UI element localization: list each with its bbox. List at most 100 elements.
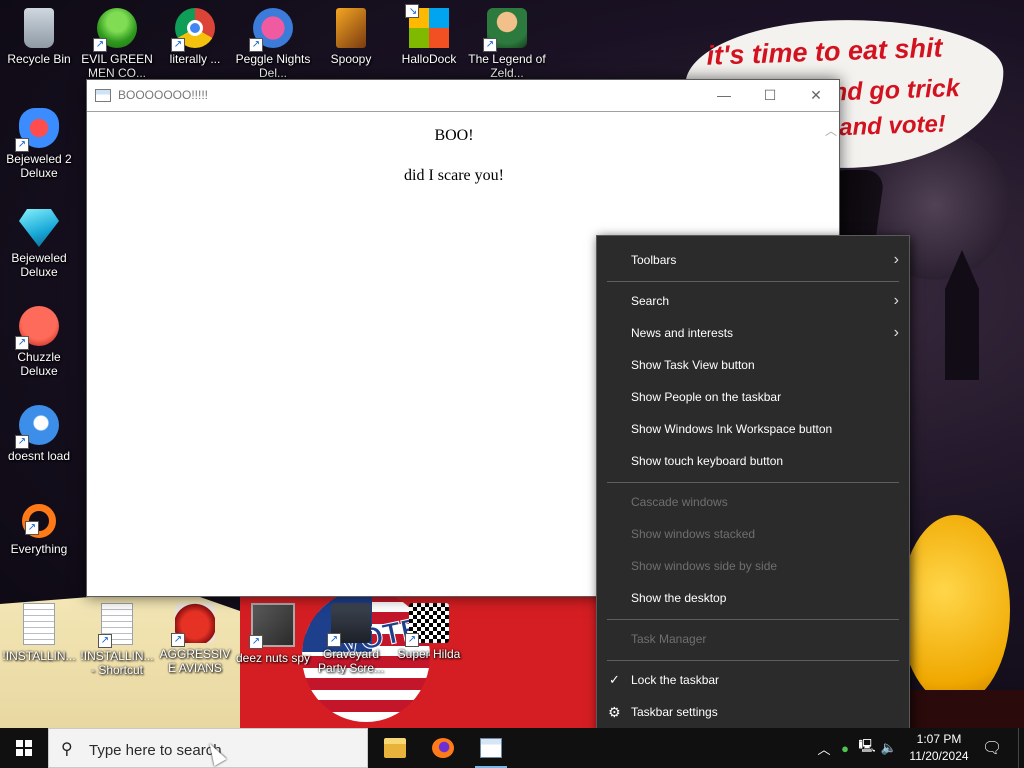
system-tray: ︿ ● 🖳 🔈 bbox=[814, 728, 900, 768]
menu-item-show-touch-keyboard[interactable]: Show touch keyboard button bbox=[597, 446, 909, 476]
wallpaper-smiley bbox=[900, 515, 1010, 705]
document-icon bbox=[23, 603, 55, 645]
shortcut-arrow-icon: ↗ bbox=[15, 435, 29, 449]
desktop-icon-evil-green-men[interactable]: ↗ EVIL GREEN MEN CO... bbox=[78, 2, 156, 80]
menu-item-show-the-desktop[interactable]: Show the desktop bbox=[597, 583, 909, 613]
taskbar-firefox[interactable] bbox=[421, 728, 465, 768]
desktop-icon-label: Recycle Bin bbox=[7, 52, 71, 66]
taskbar-file-explorer[interactable] bbox=[373, 728, 417, 768]
menu-item-label: Show Windows Ink Workspace button bbox=[631, 422, 833, 436]
close-button[interactable]: ✕ bbox=[793, 80, 839, 110]
desktop-icon-bejeweled-2[interactable]: ↗ Bejeweled 2 Deluxe bbox=[0, 102, 78, 180]
desktop-icon-label: HalloDock bbox=[401, 52, 457, 66]
menu-item-cascade-windows: Cascade windows bbox=[597, 487, 909, 517]
desktop-icon-everything[interactable]: ↗ Everything bbox=[0, 498, 78, 556]
menu-item-label: Show People on the taskbar bbox=[631, 390, 782, 404]
menu-item-label: News and interests bbox=[631, 326, 734, 340]
menu-item-label: Show windows stacked bbox=[631, 527, 756, 541]
desktop-icon-graveyard-party[interactable]: ↗ Graveyard Party Scre... bbox=[312, 597, 390, 675]
volume-icon[interactable]: 🔈 bbox=[878, 740, 900, 756]
document-shortcut-icon: ↗ bbox=[98, 603, 133, 648]
menu-item-label: Taskbar settings bbox=[631, 705, 718, 719]
shortcut-arrow-icon: ↗ bbox=[19, 237, 29, 247]
start-button[interactable] bbox=[0, 728, 48, 768]
desktop-icon-bejeweled[interactable]: ↗ Bejeweled Deluxe bbox=[0, 201, 78, 279]
chuzzle-icon: ↗ bbox=[15, 306, 59, 350]
shortcut-arrow-icon: ↗ bbox=[249, 38, 263, 52]
menu-item-search[interactable]: Search › bbox=[597, 286, 909, 316]
desktop-icon-legend-of-zelda[interactable]: ↗ The Legend of Zeld... bbox=[468, 2, 546, 80]
window-app-icon bbox=[95, 88, 111, 102]
bejeweled-icon: ↗ bbox=[19, 209, 59, 247]
menu-item-label: Toolbars bbox=[631, 253, 677, 267]
notification-icon[interactable]: 🗨 bbox=[982, 738, 1002, 758]
recycle-bin-icon bbox=[24, 8, 54, 48]
menu-item-show-people[interactable]: Show People on the taskbar bbox=[597, 382, 909, 412]
network-icon[interactable]: 🖳 bbox=[856, 737, 878, 759]
menu-item-label: Show the desktop bbox=[631, 591, 727, 605]
menu-item-show-task-view[interactable]: Show Task View button bbox=[597, 350, 909, 380]
taskbar-app-window[interactable] bbox=[469, 728, 513, 768]
shortcut-arrow-icon: ↗ bbox=[171, 633, 185, 647]
menu-item-show-windows-stacked: Show windows stacked bbox=[597, 519, 909, 549]
speech-line-1: it's time to eat shit bbox=[706, 32, 943, 71]
desktop-icon-chuzzle[interactable]: ↗ Chuzzle Deluxe bbox=[0, 300, 78, 378]
desktop-icon-label: EVIL GREEN MEN CO... bbox=[81, 52, 153, 80]
taskbar-clock[interactable]: 1:07 PM 11/20/2024 bbox=[906, 731, 972, 765]
tray-app-icon[interactable]: ● bbox=[834, 741, 856, 756]
desktop-icon-label: !INSTALLIN... bbox=[2, 649, 76, 663]
window-title: BOOOOOOO!!!!! bbox=[118, 88, 209, 102]
menu-item-label: Cascade windows bbox=[631, 495, 728, 509]
windows-logo-icon: ↗ bbox=[405, 4, 449, 48]
shortcut-arrow-icon: ↗ bbox=[405, 633, 419, 647]
speech-line-2: nd go trick bbox=[831, 74, 961, 107]
desktop-icon-label: deez nuts spy bbox=[235, 651, 311, 665]
menu-item-label: Search bbox=[631, 294, 670, 308]
menu-item-label: Task Manager bbox=[631, 632, 707, 646]
desktop-icon-label: Bejeweled Deluxe bbox=[11, 251, 67, 279]
desktop-icon-doesnt-load[interactable]: ↗ doesnt load bbox=[0, 399, 78, 463]
window-titlebar[interactable]: BOOOOOOO!!!!! — ☐ ✕ bbox=[87, 80, 839, 110]
desktop-icon-installing[interactable]: !INSTALLIN... bbox=[0, 597, 78, 663]
taskbar-context-menu: Toolbars › Search › News and interests ›… bbox=[596, 235, 910, 738]
desktop-icon-installing-shortcut[interactable]: ↗ !INSTALLIN... - Shortcut bbox=[78, 597, 156, 677]
desktop-icon-label: literally ... bbox=[169, 52, 221, 66]
app-window-icon bbox=[480, 738, 502, 758]
desktop-icon-literally[interactable]: ↗ literally ... bbox=[156, 2, 234, 66]
shortcut-arrow-icon: ↗ bbox=[15, 336, 29, 350]
show-desktop-button[interactable] bbox=[1018, 728, 1024, 768]
window-controls: — ☐ ✕ bbox=[701, 80, 839, 110]
desktop-icon-deez-nuts-spy[interactable]: ↗ deez nuts spy bbox=[234, 597, 312, 665]
menu-item-news-and-interests[interactable]: News and interests › bbox=[597, 318, 909, 348]
taskbar[interactable]: ⚲ ︿ ● 🖳 🔈 1:07 PM 11/20/2024 🗨 bbox=[0, 728, 1024, 768]
maximize-button[interactable]: ☐ bbox=[747, 80, 793, 110]
menu-item-show-ink-workspace[interactable]: Show Windows Ink Workspace button bbox=[597, 414, 909, 444]
desktop-icon-recycle-bin[interactable]: Recycle Bin bbox=[0, 2, 78, 66]
desktop-icon-spoopy[interactable]: Spoopy bbox=[312, 2, 390, 66]
desktop-icon-super-hilda[interactable]: ↗ Super Hilda bbox=[390, 597, 468, 661]
shortcut-arrow-icon: ↗ bbox=[483, 38, 497, 52]
desktop-icon-label: Chuzzle Deluxe bbox=[17, 350, 61, 378]
firefox-icon bbox=[432, 738, 454, 758]
scroll-up-icon[interactable]: ︿ bbox=[825, 125, 837, 137]
file-explorer-icon bbox=[384, 738, 406, 758]
chevron-right-icon: › bbox=[893, 251, 899, 268]
desktop-icon-hallodock[interactable]: ↗ HalloDock bbox=[390, 2, 468, 66]
menu-item-lock-the-taskbar[interactable]: ✓ Lock the taskbar bbox=[597, 665, 909, 695]
menu-item-show-windows-side-by-side: Show windows side by side bbox=[597, 551, 909, 581]
shortcut-arrow-icon: ↗ bbox=[405, 4, 419, 18]
shortcut-arrow-icon: ↗ bbox=[15, 138, 29, 152]
menu-item-toolbars[interactable]: Toolbars › bbox=[597, 245, 909, 275]
angry-bird-icon: ↗ bbox=[171, 603, 215, 647]
chevron-up-icon[interactable]: ︿ bbox=[814, 739, 834, 758]
menu-item-taskbar-settings[interactable]: ⚙ Taskbar settings bbox=[597, 697, 909, 727]
speech-line-3: and vote! bbox=[838, 110, 947, 142]
menu-item-label: Show windows side by side bbox=[631, 559, 778, 573]
menu-item-label: Show Task View button bbox=[631, 358, 755, 372]
desktop-icon-aggressive-avians[interactable]: ↗ AGGRESSIVE AVIANS bbox=[156, 597, 234, 675]
desktop-icon-label: !INSTALLIN... - Shortcut bbox=[80, 649, 154, 677]
bejeweled-2-icon: ↗ bbox=[15, 108, 59, 152]
minimize-button[interactable]: — bbox=[701, 80, 747, 110]
desktop-icon-peggle-nights[interactable]: ↗ Peggle Nights Del... bbox=[234, 2, 312, 80]
menu-item-task-manager: Task Manager bbox=[597, 624, 909, 654]
